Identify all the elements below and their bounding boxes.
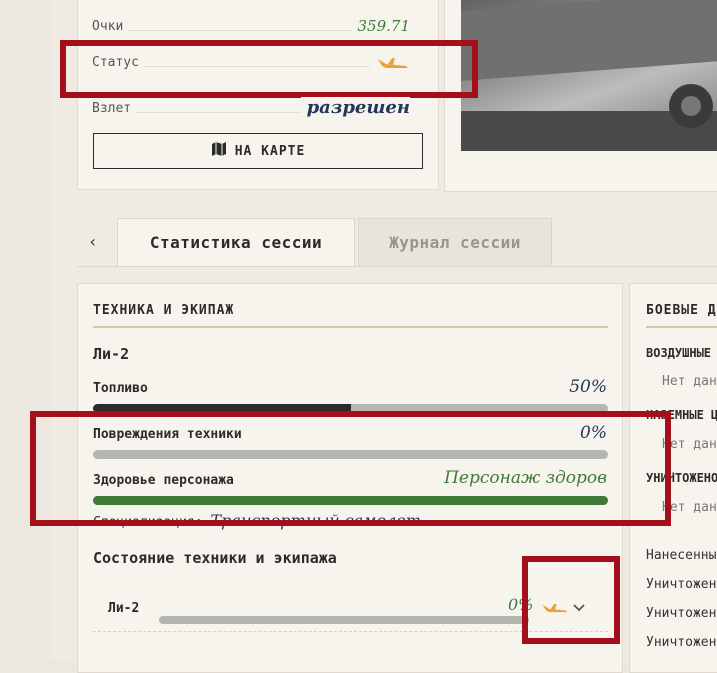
combat-row: Уничтожено (646, 577, 717, 592)
section-title: Состояние техники и экипажа (93, 549, 337, 567)
points-value: 359.71 (351, 17, 410, 35)
tab-session-stats[interactable]: Статистика сессии (117, 218, 355, 266)
highlight-bars (30, 411, 671, 526)
on-map-label: НА КАРТЕ (234, 143, 306, 159)
on-map-button[interactable]: НА КАРТЕ (93, 133, 423, 169)
combat-row: Уничтожено (646, 606, 717, 621)
tabs-divider (77, 266, 717, 267)
combat-title: БОЕВЫЕ ДЕЙСТВИЯ (646, 303, 717, 318)
fuel-label: Топливо (93, 381, 148, 396)
vehicle-name: Ли-2 (93, 345, 130, 363)
combat-row: Нанесенный урон (646, 548, 717, 563)
aircraft-photo (461, 0, 717, 151)
status-label: Статус (92, 55, 145, 70)
takeoff-label: Взлет (92, 101, 138, 116)
panel-title-underline (93, 326, 608, 328)
tab-session-log[interactable]: Журнал сессии (358, 218, 552, 266)
points-row: Очки 359.71 (92, 17, 410, 39)
chevron-left-icon[interactable]: ‹ (88, 232, 98, 251)
points-label: Очки (92, 19, 130, 34)
crew-condition-bar (159, 616, 529, 624)
crew-vehicle-name: Ли-2 (108, 601, 140, 616)
combat-title-underline (646, 326, 717, 328)
map-icon (211, 141, 227, 161)
combat-row: Уничтожено (646, 635, 717, 650)
panel-title: ТЕХНИКА И ЭКИПАЖ (93, 303, 235, 318)
air-targets-empty: Нет данных (662, 374, 717, 389)
air-targets-heading: ВОЗДУШНЫЕ ЦЕЛИ (646, 346, 717, 360)
fuel-value: 50% (569, 377, 607, 397)
takeoff-value: разрешен (300, 97, 410, 118)
aircraft-photo-card (444, 0, 717, 192)
takeoff-row: Взлет разрешен (92, 97, 410, 121)
status-plane-icon (370, 55, 410, 75)
highlight-crew-status (522, 556, 620, 644)
